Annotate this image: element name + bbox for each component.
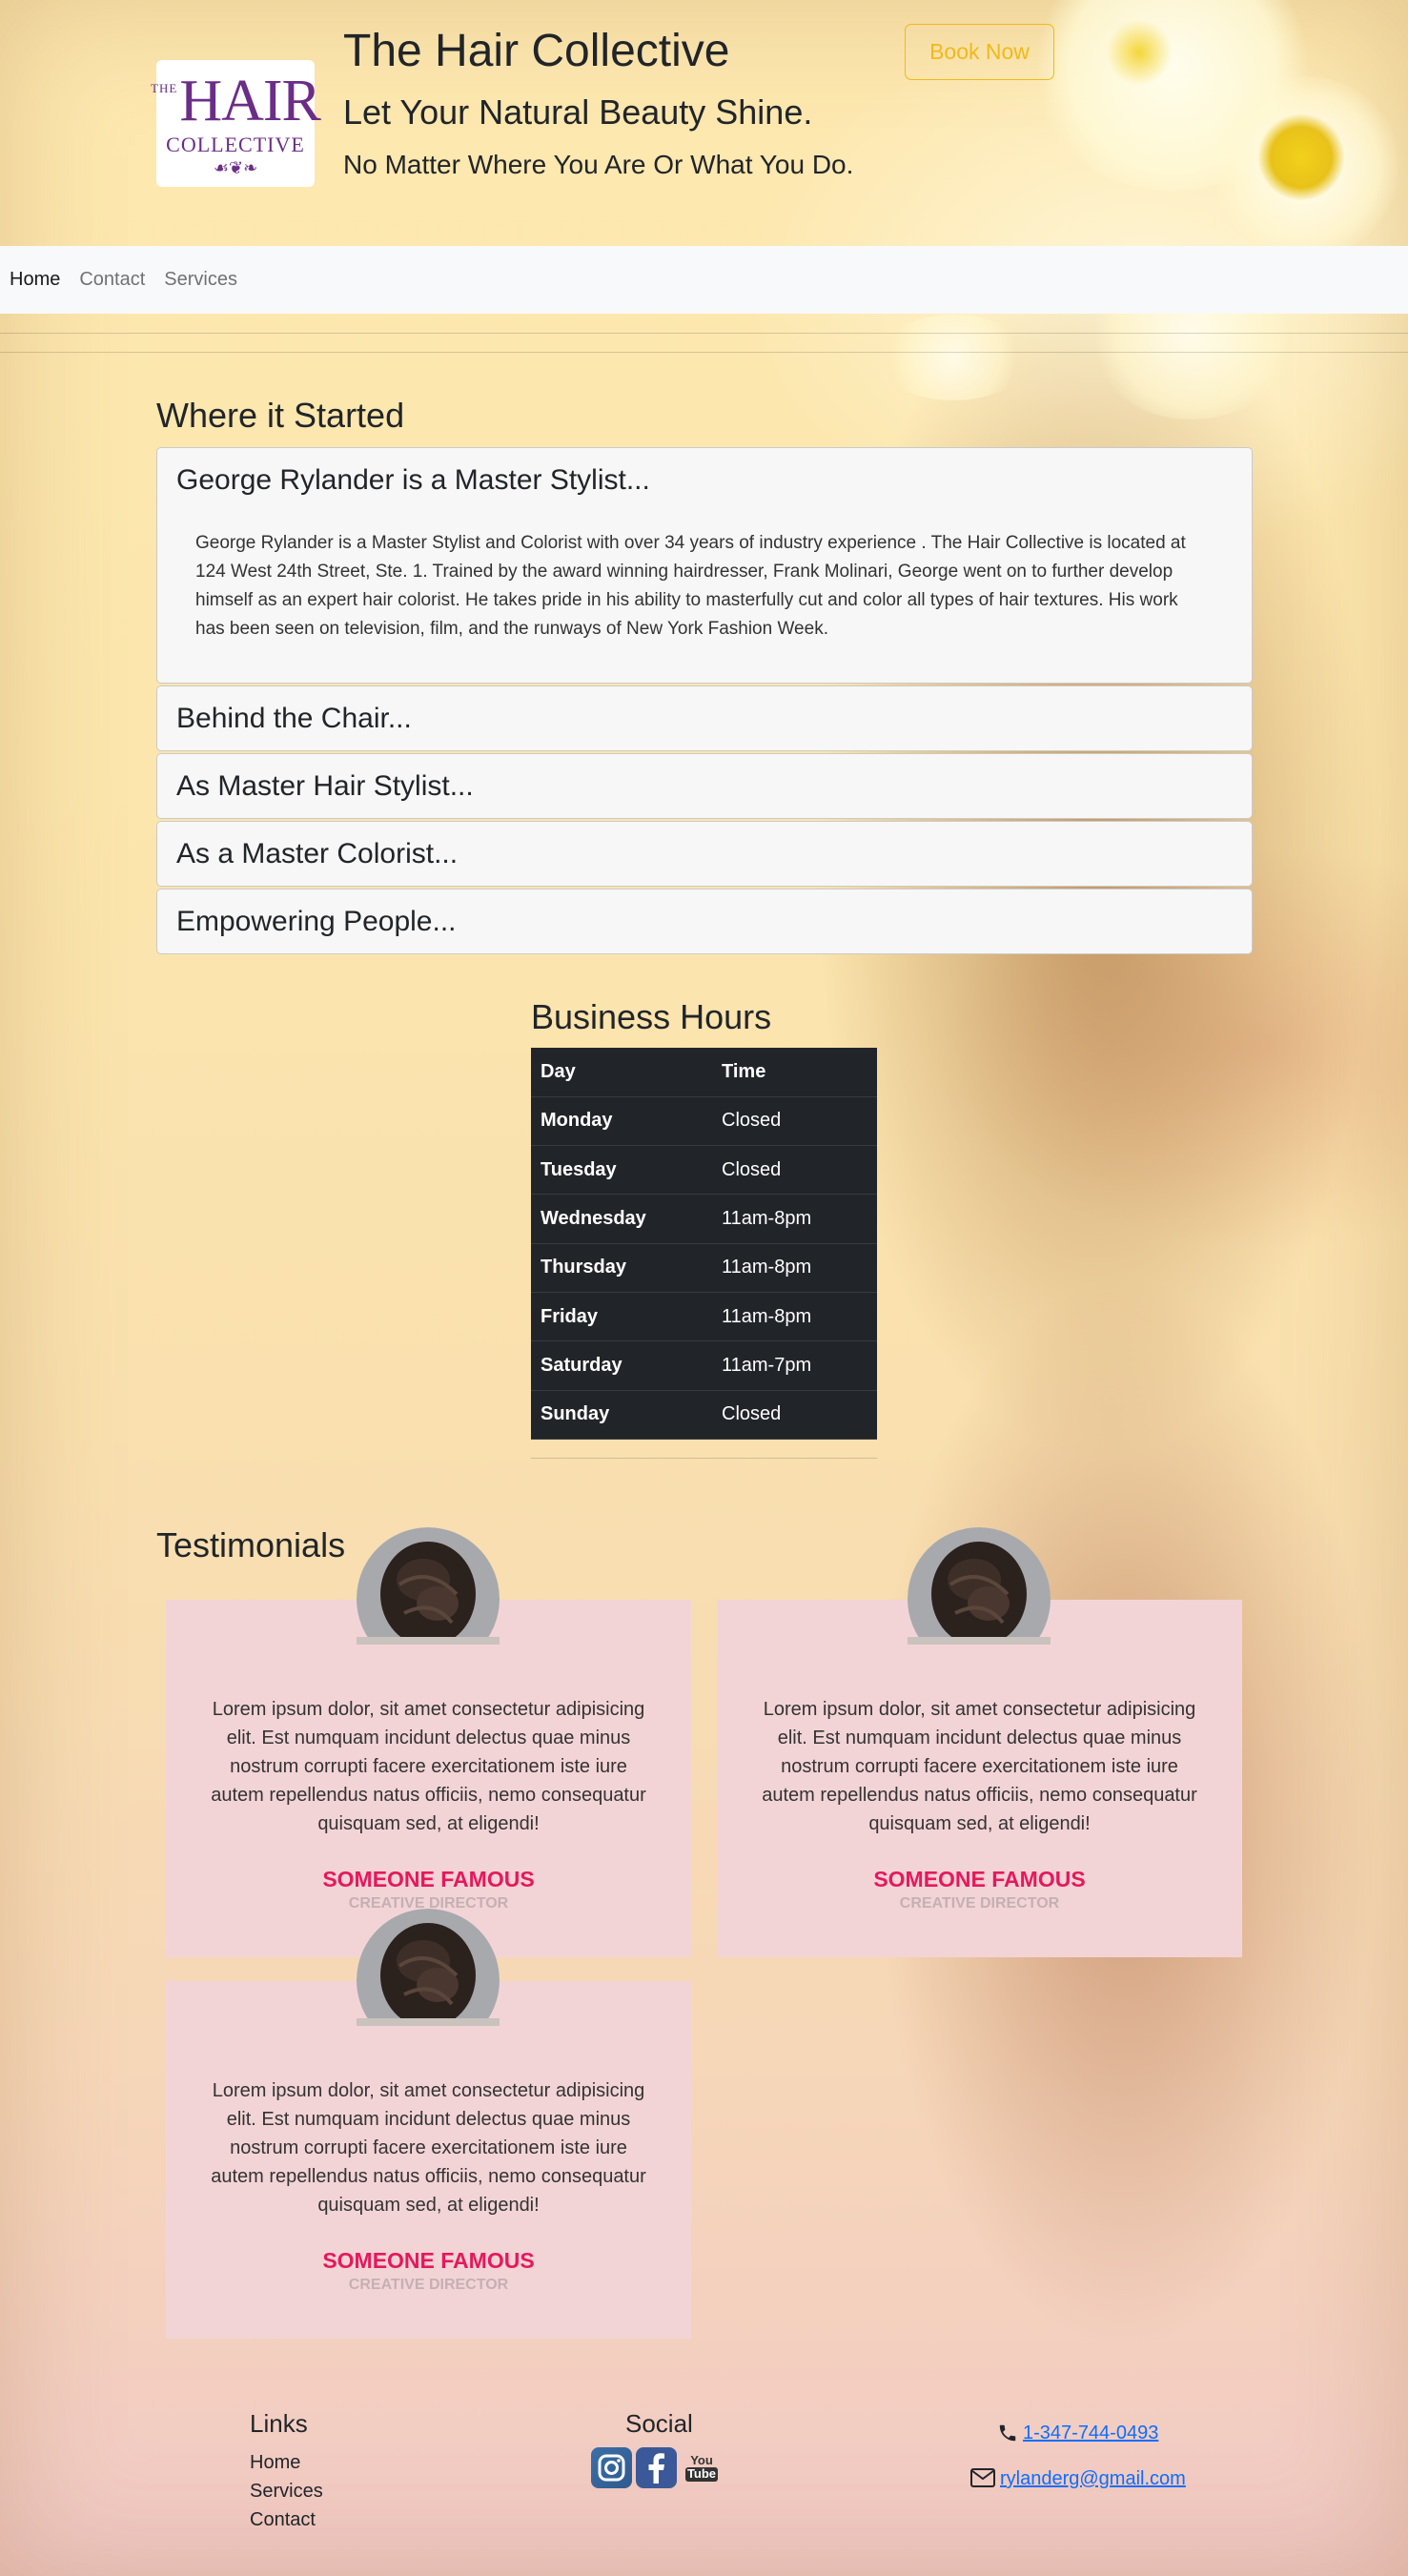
site-title: The Hair Collective	[343, 26, 730, 76]
phone-icon	[997, 2423, 1018, 2448]
logo-collective: COLLECTIVE	[166, 132, 305, 156]
time-cell: Closed	[712, 1096, 877, 1147]
divider	[0, 352, 1408, 353]
day-cell: Sunday	[531, 1390, 712, 1440]
testimonial-role: CREATIVE DIRECTOR	[348, 2277, 509, 2293]
day-cell: Monday	[531, 1096, 712, 1147]
accordion-header-colorist[interactable]: As a Master Colorist...	[157, 822, 1252, 886]
accordion-header-behind-chair[interactable]: Behind the Chair...	[157, 686, 1252, 750]
column-header-day: Day	[531, 1048, 712, 1097]
table-header-row: Day Time	[531, 1048, 877, 1097]
hours-title: Business Hours	[531, 997, 772, 1036]
table-row: Friday 11am-8pm	[531, 1292, 877, 1342]
footer-link-home[interactable]: Home	[250, 2452, 300, 2474]
testimonial-quote: Lorem ipsum dolor, sit amet consectetur …	[211, 2080, 646, 2216]
facebook-icon[interactable]	[636, 2447, 677, 2488]
hair-bun-photo	[908, 1527, 1051, 1645]
footer-link-contact[interactable]: Contact	[250, 2509, 316, 2531]
accordion-item: Behind the Chair...	[156, 685, 1253, 751]
youtube-tube-text: Tube	[684, 2466, 719, 2482]
accordion-header-master-stylist[interactable]: George Rylander is a Master Stylist...	[157, 448, 1252, 512]
accordion-header-hair-stylist[interactable]: As Master Hair Stylist...	[157, 754, 1252, 818]
youtube-you-text: You	[690, 2453, 713, 2468]
time-cell: 11am-8pm	[712, 1194, 877, 1244]
avatar	[357, 1527, 500, 1645]
accordion-body: George Rylander is a Master Stylist and …	[195, 533, 1186, 639]
sub-tagline: No Matter Where You Are Or What You Do.	[343, 150, 854, 179]
avatar	[908, 1527, 1051, 1645]
table-row: Thursday 11am-8pm	[531, 1243, 877, 1293]
testimonial-card: Lorem ipsum dolor, sit amet consectetur …	[717, 1527, 1242, 1957]
nav-services[interactable]: Services	[164, 269, 237, 291]
youtube-icon[interactable]: You Tube	[683, 2447, 721, 2488]
time-cell: Closed	[712, 1390, 877, 1440]
table-row: Sunday Closed	[531, 1390, 877, 1440]
nav-home[interactable]: Home	[10, 269, 60, 291]
footer-link-services[interactable]: Services	[250, 2481, 323, 2503]
table-row: Monday Closed	[531, 1096, 877, 1147]
day-cell: Wednesday	[531, 1194, 712, 1244]
footer-social-title: Social	[625, 2409, 693, 2438]
time-cell: Closed	[712, 1145, 877, 1196]
footer-links-title: Links	[250, 2409, 308, 2438]
envelope-icon	[970, 2468, 995, 2492]
phone-link[interactable]: 1-347-744-0493	[1023, 2423, 1158, 2444]
testimonial-card: Lorem ipsum dolor, sit amet consectetur …	[166, 1909, 691, 2339]
testimonial-name: SOMEONE FAMOUS	[322, 2248, 535, 2273]
divider	[531, 1458, 877, 1459]
book-now-button[interactable]: Book Now	[905, 24, 1054, 80]
main-navbar: Home Contact Services	[0, 246, 1408, 314]
time-cell: 11am-8pm	[712, 1292, 877, 1342]
instagram-icon[interactable]	[591, 2447, 632, 2488]
accordion-item: Empowering People...	[156, 889, 1253, 954]
accordion-header-empowering[interactable]: Empowering People...	[157, 889, 1252, 953]
accordion-item: George Rylander is a Master Stylist... G…	[156, 447, 1253, 684]
about-title: Where it Started	[156, 396, 405, 435]
hair-collective-logo[interactable]: THE HAIR COLLECTIVE ☙❦❧	[151, 60, 321, 187]
testimonial-quote: Lorem ipsum dolor, sit amet consectetur …	[762, 1699, 1197, 1834]
time-cell: 11am-7pm	[712, 1340, 877, 1391]
day-cell: Friday	[531, 1292, 712, 1342]
hair-bun-photo	[357, 1527, 500, 1645]
accordion-item: As Master Hair Stylist...	[156, 753, 1253, 819]
site-header: THE HAIR COLLECTIVE ☙❦❧ The Hair Collect…	[0, 0, 1408, 246]
logo-ornament: ☙❦❧	[213, 157, 258, 177]
testimonial-role: CREATIVE DIRECTOR	[899, 1895, 1060, 1912]
column-header-time: Time	[712, 1048, 877, 1097]
day-cell: Thursday	[531, 1243, 712, 1293]
table-row: Saturday 11am-7pm	[531, 1340, 877, 1391]
testimonial-name: SOMEONE FAMOUS	[873, 1867, 1086, 1891]
nav-contact[interactable]: Contact	[79, 269, 145, 291]
time-cell: 11am-8pm	[712, 1243, 877, 1293]
business-hours-table: Day Time Monday Closed Tuesday Closed Wedn…	[531, 1048, 877, 1440]
day-cell: Tuesday	[531, 1145, 712, 1196]
testimonial-card: Lorem ipsum dolor, sit amet consectetur …	[166, 1527, 691, 1957]
email-link[interactable]: rylanderg@gmail.com	[1000, 2468, 1186, 2490]
tagline: Let Your Natural Beauty Shine.	[343, 92, 813, 132]
testimonial-quote: Lorem ipsum dolor, sit amet consectetur …	[211, 1699, 646, 1834]
table-row: Wednesday 11am-8pm	[531, 1194, 877, 1244]
about-accordion: George Rylander is a Master Stylist... G…	[156, 447, 1253, 956]
logo-the: THE	[151, 80, 178, 95]
accordion-item: As a Master Colorist...	[156, 821, 1253, 887]
testimonial-name: SOMEONE FAMOUS	[322, 1867, 535, 1891]
logo-hair: HAIR	[179, 68, 321, 133]
testimonials-title: Testimonials	[156, 1525, 346, 1564]
divider	[0, 333, 1408, 334]
table-row: Tuesday Closed	[531, 1145, 877, 1196]
day-cell: Saturday	[531, 1340, 712, 1391]
